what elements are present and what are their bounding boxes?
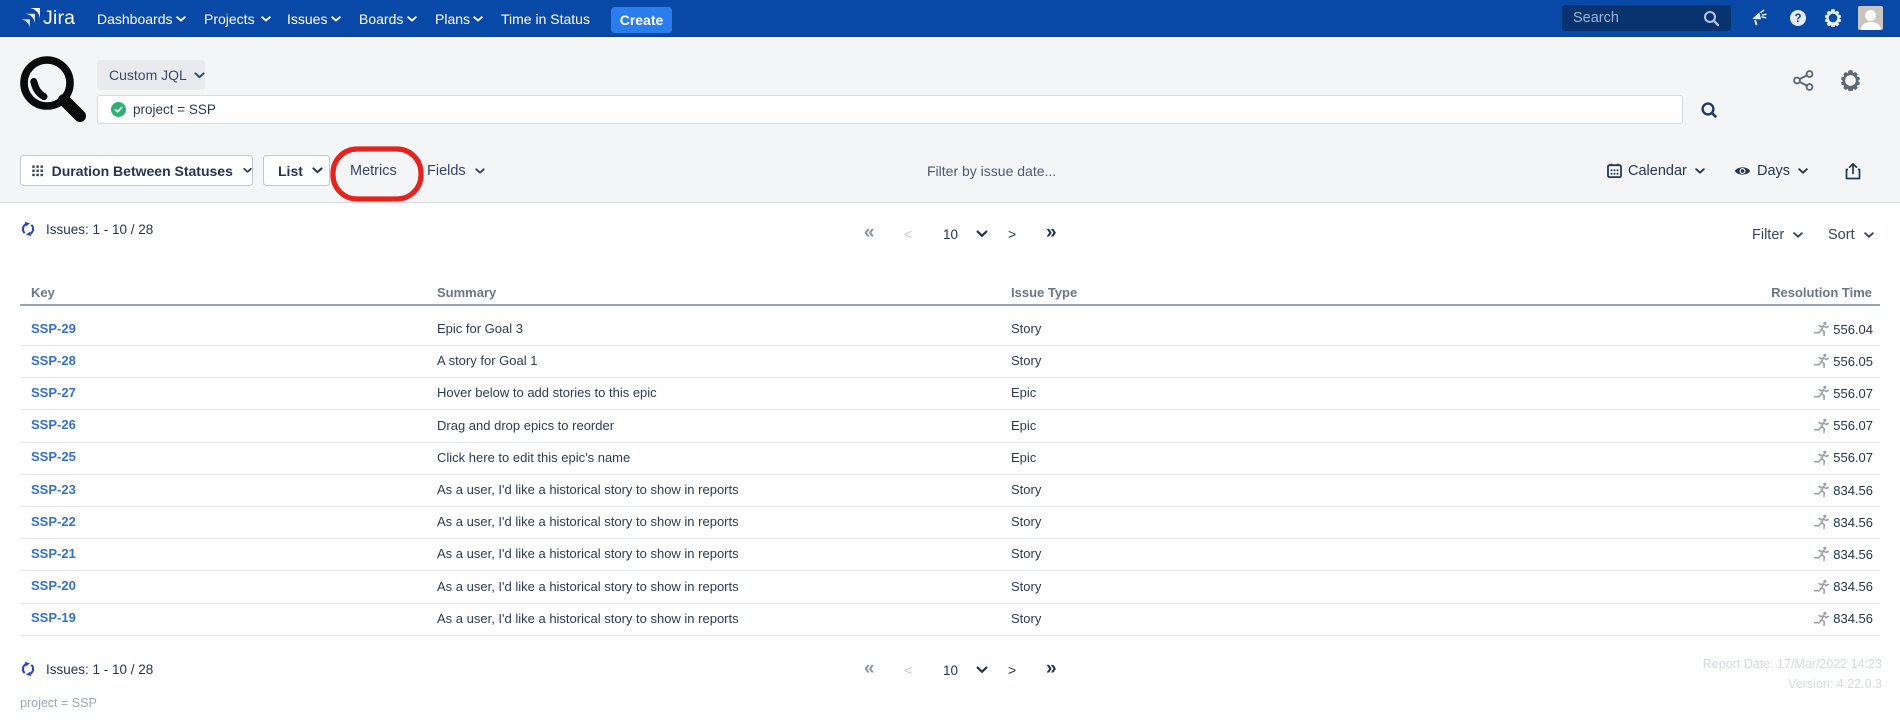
svg-text:?: ?: [1794, 13, 1801, 25]
